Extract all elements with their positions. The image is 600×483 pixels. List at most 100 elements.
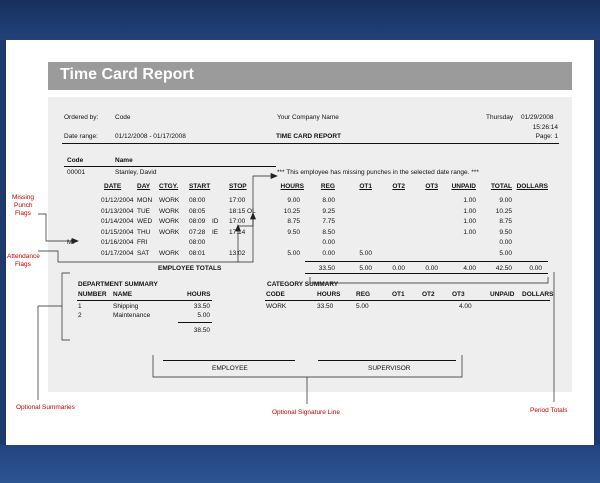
dept-row-hours: 5.00: [197, 312, 210, 319]
cat-col-ot2: OT2: [422, 291, 435, 298]
row-unpaid: 1.00: [463, 218, 476, 226]
dept-header-line: [77, 300, 212, 301]
cat-header-line: [265, 300, 550, 301]
totals-top-line: [305, 261, 548, 262]
row-reg: 7.75: [322, 218, 335, 226]
col-category: CTGY.: [159, 183, 179, 190]
report-title: TIME CARD REPORT: [276, 133, 341, 140]
cat-row-unpaid: 4.00: [459, 303, 472, 310]
employee-header-line: [64, 166, 276, 167]
callout-missing-punch-1: Missing: [12, 194, 35, 201]
company-name: Your Company Name: [277, 114, 339, 121]
col-ot1: OT1: [359, 183, 372, 190]
dept-total: 38.50: [193, 327, 210, 334]
row-date: 01/15/2004: [101, 228, 134, 236]
col-ot3: OT3: [425, 183, 438, 190]
row-total: 9.50: [499, 228, 512, 236]
row-reg: 9.25: [322, 207, 335, 215]
row-date: 01/12/2004: [101, 197, 134, 204]
total-total: 42.50: [495, 265, 512, 272]
total-dollars: 0.00: [529, 265, 542, 272]
row-date: 01/14/2004: [101, 218, 134, 226]
background-bottom: [0, 445, 600, 483]
row-stop: 17:00: [229, 197, 246, 204]
row-start: 08:00: [189, 197, 206, 204]
col-reg: REG: [320, 183, 335, 190]
col-dollars: DOLLARS: [516, 183, 548, 190]
row-unpaid: 1.00: [463, 207, 476, 215]
col-start: START: [189, 183, 211, 190]
cat-col-reg: REG: [356, 291, 371, 298]
row-reg: 8.00: [322, 197, 335, 204]
cat-col-hours: HOURS: [317, 291, 341, 298]
row-day: FRI: [137, 239, 148, 247]
row-day: THU: [137, 228, 151, 236]
total-reg: 33.50: [318, 265, 335, 272]
row-hours: 9.50: [287, 228, 300, 236]
page-number: Page: 1: [535, 133, 558, 140]
row-total: 9.00: [499, 197, 512, 204]
cat-col-code: CODE: [266, 291, 285, 298]
total-ot2: 0.00: [392, 265, 405, 272]
row-date: 01/16/2004: [101, 239, 134, 247]
row-hours: 10.25: [283, 207, 300, 215]
callout-attendance-1: Attendance: [7, 253, 40, 260]
callout-attendance-2: Flags: [15, 261, 31, 268]
col-date: DATE: [104, 183, 122, 190]
cat-row-reg: 5.00: [356, 303, 369, 310]
date-range-value: 01/12/2008 - 01/17/2008: [115, 133, 186, 140]
row-total: 10.25: [495, 207, 512, 215]
employee-signature-line[interactable]: [163, 360, 295, 361]
row-day: SAT: [137, 250, 150, 257]
employee-code: 00001: [67, 169, 86, 176]
callout-optional-summaries: Optional Summaries: [16, 404, 75, 411]
row-hours: 5.00: [287, 250, 300, 257]
row-total: 8.75: [499, 218, 512, 226]
supervisor-signature-line[interactable]: [318, 360, 456, 361]
dept-col-number: NUMBER: [78, 291, 107, 298]
dept-row-name: Maintenance: [113, 312, 151, 319]
row-stop: 13:02: [229, 250, 246, 257]
total-ot3: 0.00: [425, 265, 438, 272]
row-hours: 9.00: [287, 197, 300, 204]
dept-col-name: NAME: [113, 291, 133, 298]
row-total: 5.00: [499, 250, 512, 257]
cat-col-unpaid: UNPAID: [490, 291, 515, 298]
employee-totals-label: EMPLOYEE TOTALS: [158, 265, 222, 272]
row-category: WORK: [159, 218, 180, 226]
row-stop: 17:14: [229, 228, 246, 236]
col-total: TOTAL: [490, 183, 512, 190]
row-ot1: 5.00: [359, 250, 372, 257]
row-start: 08:00: [189, 239, 206, 247]
dept-row-name: Shipping: [113, 303, 139, 310]
col-hours: HOURS: [280, 183, 304, 190]
row-start: 08:05: [189, 207, 206, 215]
dept-row-number: 1: [78, 303, 82, 310]
row-unpaid: 1.00: [463, 228, 476, 236]
code-header: Code: [67, 157, 84, 164]
cat-col-dollars: DOLLARS: [522, 291, 554, 298]
total-unpaid: 4.00: [463, 265, 476, 272]
dept-col-hours: HOURS: [187, 291, 211, 298]
col-unpaid: UNPAID: [451, 183, 476, 190]
callout-missing-punch-2: Punch: [14, 202, 33, 209]
row-day: TUE: [137, 207, 150, 215]
page-title: Time Card Report: [60, 66, 194, 83]
dept-summary-title: DEPARTMENT SUMMARY: [78, 281, 158, 288]
report-time: 15:26:14: [532, 124, 558, 131]
ordered-by-label: Ordered by:: [64, 114, 99, 121]
stop-flag: OL: [247, 207, 256, 215]
totals-bottom-line: [305, 273, 548, 274]
employee-signature-label: EMPLOYEE: [212, 365, 248, 372]
background-top: [0, 0, 600, 40]
cat-row-code: WORK: [266, 303, 287, 310]
supervisor-signature-label: SUPERVISOR: [368, 365, 411, 372]
employee-name: Stanley, David: [115, 169, 157, 176]
ordered-by-value: Code: [115, 114, 131, 121]
report-day: Thursday: [486, 114, 514, 121]
col-stop: STOP: [229, 183, 247, 190]
dept-row-number: 2: [78, 312, 82, 319]
row-day: MON: [137, 197, 153, 204]
start-flag: IE: [212, 228, 219, 236]
date-range-label: Date range:: [64, 133, 98, 140]
